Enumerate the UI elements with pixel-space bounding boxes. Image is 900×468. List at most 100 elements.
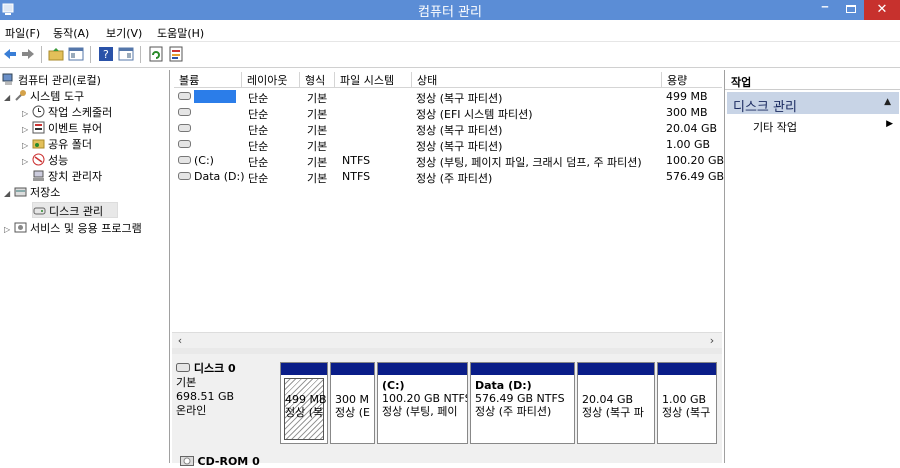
partition-title: Data (D:)	[475, 379, 532, 392]
table-row[interactable]: 단순 기본 정상 (복구 파티션) 20.04 GB	[174, 121, 722, 137]
event-viewer-icon	[32, 121, 45, 134]
tools-icon	[15, 90, 26, 101]
forward-icon[interactable]	[20, 46, 36, 62]
title-bar: 컴퓨터 관리 ‒ ✕	[0, 0, 900, 20]
menu-view[interactable]: 보기(V)	[106, 25, 142, 41]
collapse-up-icon[interactable]: ▲	[884, 97, 891, 107]
disk-type: 기본	[176, 376, 197, 389]
disk-0-label[interactable]: 디스크 0 기본 698.51 GB 온라인	[176, 362, 278, 446]
disk-management-icon	[33, 207, 46, 215]
maximize-button[interactable]	[838, 0, 864, 20]
cell-size: 499 MB	[666, 90, 708, 103]
drive-icon	[178, 140, 191, 148]
submenu-arrow-icon: ▶	[886, 119, 893, 129]
column-header-status[interactable]: 상태	[412, 72, 662, 88]
table-row[interactable]: (C:) 단순 기본 NTFS 정상 (부팅, 페이지 파일, 크래시 덤프, 주 파티…	[174, 153, 724, 169]
cell-layout: 단순	[248, 92, 269, 105]
disk-state: 온라인	[176, 404, 207, 417]
table-row[interactable]: 단순 기본 정상 (복구 파티션) 499 MB	[174, 89, 722, 105]
cell-status: 정상 (EFI 시스템 파티션)	[416, 108, 533, 121]
tree-item-event-viewer[interactable]: ▷ 이벤트 뷰어	[22, 120, 102, 136]
cell-name: (C:)	[178, 154, 214, 167]
partition-block[interactable]: 1.00 GB 정상 (복구	[657, 362, 717, 444]
table-row[interactable]: 단순 기본 정상 (복구 파티션) 1.00 GB	[174, 137, 722, 153]
menu-help[interactable]: 도움말(H)	[157, 25, 204, 41]
up-folder-icon[interactable]	[48, 46, 64, 62]
partition-text: 1.00 GB 정상 (복구	[662, 393, 710, 419]
tree-label: 저장소	[30, 186, 61, 199]
partition-status: 정상 (복구 파	[582, 406, 644, 419]
partition-size: 20.04 GB	[582, 393, 634, 406]
actions-section-disk-management[interactable]: 디스크 관리 ▲	[727, 92, 899, 115]
cdrom-name: CD-ROM 0	[197, 455, 260, 468]
table-row[interactable]: 단순 기본 정상 (EFI 시스템 파티션) 300 MB	[174, 105, 722, 121]
tree-label: 디스크 관리	[49, 205, 104, 218]
properties-icon[interactable]	[168, 46, 184, 62]
scroll-right-icon[interactable]: ›	[704, 333, 720, 349]
drive-icon	[178, 124, 191, 132]
table-row[interactable]: Data (D:) 단순 기본 NTFS 정상 (주 파티션) 576.49 GB	[174, 169, 724, 185]
device-manager-icon	[33, 170, 44, 181]
partition-block[interactable]: 300 M 정상 (E	[330, 362, 375, 444]
expand-icon[interactable]: ▷	[4, 225, 14, 234]
table-header: 볼륨 레이아웃 형식 파일 시스템 상태 용량	[174, 70, 722, 88]
tree-label: 서비스 및 응용 프로그램	[30, 222, 142, 235]
refresh-icon[interactable]	[148, 46, 164, 62]
menu-file[interactable]: 파일(F)	[5, 25, 40, 41]
minimize-button[interactable]: ‒	[812, 0, 838, 20]
partition-block[interactable]: 499 MB 정상 (복	[280, 362, 328, 444]
partition-text: 20.04 GB 정상 (복구 파	[582, 393, 644, 419]
section-label: 디스크 관리	[733, 100, 797, 115]
column-header-layout[interactable]: 레이아웃	[242, 72, 300, 88]
tree-item-computer-management[interactable]: 컴퓨터 관리(로컬)	[2, 72, 101, 88]
horizontal-scrollbar[interactable]: ‹ ›	[172, 332, 722, 348]
expand-icon[interactable]: ▷	[22, 141, 32, 150]
shared-folder-icon	[32, 139, 45, 149]
toolbar-separator	[41, 46, 42, 63]
tree-item-system-tools[interactable]: ◢ 시스템 도구	[4, 88, 84, 104]
tree-item-task-scheduler[interactable]: ▷ 작업 스케줄러	[22, 104, 112, 120]
close-button[interactable]: ✕	[864, 0, 900, 20]
cdrom-label[interactable]: CD-ROM 0	[180, 455, 260, 468]
help-icon[interactable]: ?	[98, 46, 114, 62]
tree-item-disk-management[interactable]: 디스크 관리	[32, 202, 118, 218]
partition-header-bar	[281, 363, 327, 375]
expand-icon[interactable]: ▷	[22, 109, 32, 118]
column-header-volume[interactable]: 볼륨	[174, 72, 242, 88]
drive-icon	[178, 172, 191, 180]
partition-size: 576.49 GB NTFS	[475, 392, 565, 405]
maximize-icon	[846, 5, 856, 13]
show-hide-action-pane-icon[interactable]	[118, 46, 134, 62]
tree-item-shared-folders[interactable]: ▷ 공유 폴더	[22, 136, 92, 152]
menu-action[interactable]: 동작(A)	[53, 25, 89, 41]
partition-block[interactable]: Data (D:) 576.49 GB NTFS 정상 (주 파티션)	[470, 362, 575, 444]
more-actions-item[interactable]: 기타 작업 ▶	[753, 119, 897, 135]
partition-header-bar	[578, 363, 654, 375]
cell-name	[178, 138, 194, 151]
tree-item-device-manager[interactable]: 장치 관리자	[32, 168, 102, 184]
partition-header-bar	[471, 363, 574, 375]
menu-bar: 파일(F) 동작(A) 보기(V) 도움말(H)	[0, 20, 900, 42]
column-header-type[interactable]: 형식	[300, 72, 335, 88]
partition-status: 정상 (부팅, 페이	[382, 405, 458, 418]
partition-title: (C:)	[382, 379, 405, 392]
cell-name	[178, 122, 194, 135]
expand-icon[interactable]: ▷	[22, 125, 32, 134]
scroll-left-icon[interactable]: ‹	[172, 333, 188, 349]
volume-name: Data (D:)	[194, 170, 245, 183]
tree-item-storage[interactable]: ◢ 저장소	[4, 184, 60, 200]
collapse-icon[interactable]: ◢	[4, 93, 14, 102]
expand-icon[interactable]: ▷	[22, 157, 32, 166]
partition-block[interactable]: (C:) 100.20 GB NTFS 정상 (부팅, 페이	[377, 362, 468, 444]
column-header-capacity[interactable]: 용량	[662, 72, 722, 88]
svg-text:?: ?	[103, 48, 109, 61]
back-icon[interactable]	[2, 46, 18, 62]
cell-size: 1.00 GB	[666, 138, 711, 151]
tree-item-performance[interactable]: ▷ 성능	[22, 152, 68, 168]
show-hide-tree-icon[interactable]	[68, 46, 84, 62]
cell-type: 기본	[307, 172, 328, 185]
collapse-icon[interactable]: ◢	[4, 189, 14, 198]
column-header-file-system[interactable]: 파일 시스템	[335, 72, 412, 88]
tree-item-services-applications[interactable]: ▷ 서비스 및 응용 프로그램	[4, 220, 142, 236]
partition-block[interactable]: 20.04 GB 정상 (복구 파	[577, 362, 655, 444]
